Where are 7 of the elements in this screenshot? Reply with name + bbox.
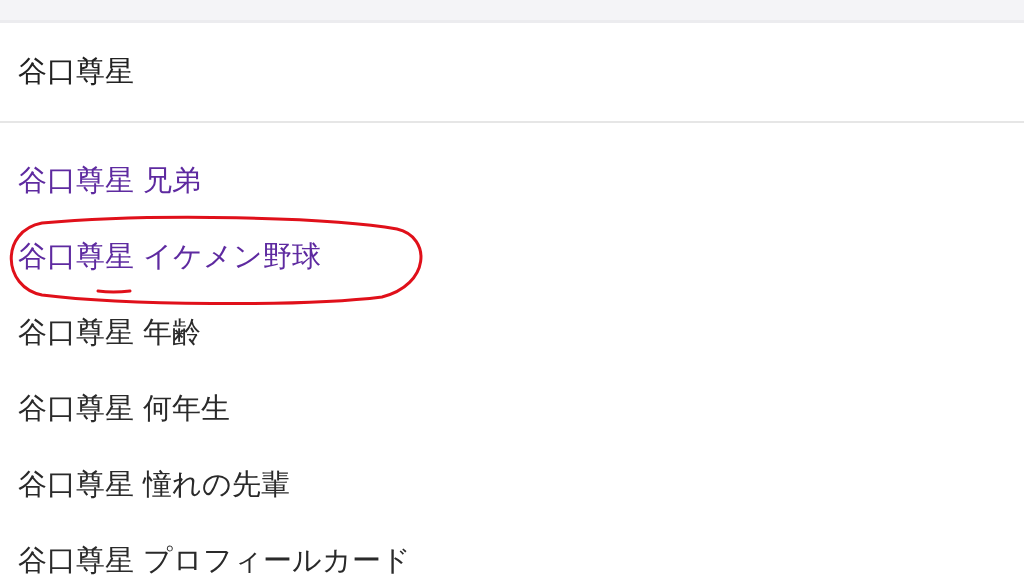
suggestion-link[interactable]: 谷口尊星 年齢 bbox=[18, 313, 202, 353]
suggestion-link[interactable]: 谷口尊星 憧れの先輩 bbox=[18, 465, 291, 505]
suggestion-link[interactable]: 谷口尊星 何年生 bbox=[18, 389, 231, 429]
suggestion-link[interactable]: 谷口尊星 プロフィールカード bbox=[18, 541, 412, 576]
search-bar[interactable]: 谷口尊星 bbox=[0, 23, 1024, 123]
search-field[interactable]: 谷口尊星 bbox=[18, 55, 918, 89]
suggestion-link[interactable]: 谷口尊星 兄弟 bbox=[18, 161, 202, 201]
